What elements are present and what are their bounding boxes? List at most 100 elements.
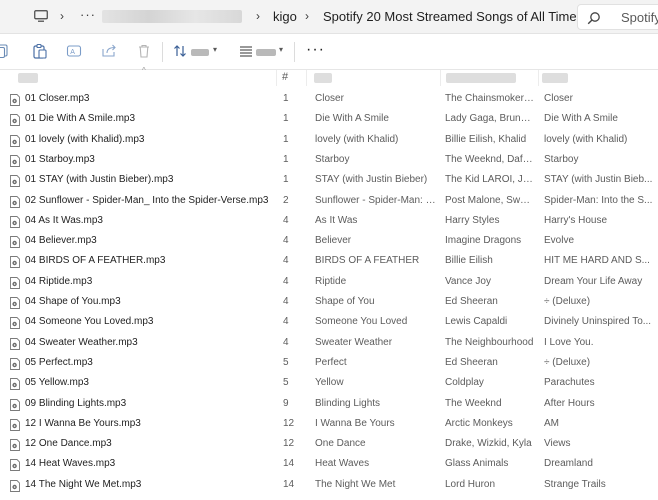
audio-file-icon bbox=[10, 236, 20, 249]
track-artist: Billie Eilish bbox=[445, 255, 493, 267]
file-row[interactable]: 01 lovely (with Khalid).mp3 1 lovely (with… bbox=[0, 131, 658, 151]
track-artist: Billie Eilish, Khalid bbox=[445, 133, 527, 145]
track-title: STAY (with Justin Bieber) bbox=[315, 174, 428, 186]
file-row[interactable]: 14 The Night We Met.mp3 14 The Night We Me… bbox=[0, 476, 658, 496]
track-artist: Coldplay bbox=[445, 377, 484, 389]
track-number: 1 bbox=[283, 174, 289, 186]
column-separator[interactable] bbox=[440, 70, 441, 86]
file-row[interactable]: 14 Heat Waves.mp3 14 Heat Waves Glass Anima… bbox=[0, 455, 658, 475]
track-album: STAY (with Justin Bieb... bbox=[544, 174, 653, 186]
track-album: Spider-Man: Into the S... bbox=[544, 194, 653, 206]
file-row[interactable]: 04 As It Was.mp3 4 As It Was Harry Styles Ha… bbox=[0, 212, 658, 232]
track-number: 1 bbox=[283, 93, 289, 104]
track-artist: The Weeknd, Daft ... bbox=[445, 153, 535, 165]
track-number: 2 bbox=[283, 194, 289, 206]
file-row[interactable]: 09 Blinding Lights.mp3 9 Blinding Lights Th… bbox=[0, 395, 658, 415]
column-header-artist-redacted[interactable] bbox=[446, 73, 516, 83]
track-number: 4 bbox=[283, 296, 289, 307]
column-separator[interactable] bbox=[538, 70, 539, 86]
delete-icon[interactable] bbox=[136, 43, 152, 59]
share-icon[interactable] bbox=[101, 43, 117, 59]
sort-icon[interactable] bbox=[172, 43, 188, 59]
audio-file-icon bbox=[10, 215, 20, 228]
track-album: lovely (with Khalid) bbox=[544, 133, 628, 145]
rename-icon[interactable]: A bbox=[66, 43, 82, 59]
file-row[interactable]: 01 STAY (with Justin Bieber).mp3 1 STAY (w… bbox=[0, 171, 658, 191]
file-name: 09 Blinding Lights.mp3 bbox=[25, 397, 127, 409]
column-header-name-redacted[interactable] bbox=[18, 73, 38, 83]
audio-file-icon bbox=[10, 134, 20, 147]
file-name: 04 BIRDS OF A FEATHER.mp3 bbox=[25, 255, 166, 267]
address-bar[interactable]: › ··· › kigo › Spotify 20 Most Streamed … bbox=[0, 0, 658, 34]
audio-file-icon bbox=[10, 114, 20, 127]
view-icon[interactable] bbox=[238, 43, 254, 59]
chevron-down-icon[interactable]: ▾ bbox=[279, 45, 283, 54]
file-name: 01 Starboy.mp3 bbox=[25, 153, 95, 165]
column-header-album-redacted[interactable] bbox=[542, 73, 568, 83]
file-name: 14 The Night We Met.mp3 bbox=[25, 478, 142, 490]
file-row[interactable]: 01 Starboy.mp3 1 Starboy The Weeknd, Daft .… bbox=[0, 151, 658, 171]
track-artist: The Weeknd bbox=[445, 397, 502, 409]
track-title: Sunflower - Spider-Man: In... bbox=[315, 194, 437, 206]
file-row[interactable]: 05 Perfect.mp3 5 Perfect Ed Sheeran ÷ (Delux… bbox=[0, 354, 658, 374]
file-row[interactable]: 01 Die With A Smile.mp3 1 Die With A Smile… bbox=[0, 110, 658, 130]
file-row[interactable]: 04 Sweater Weather.mp3 4 Sweater Weather Th… bbox=[0, 334, 658, 354]
audio-file-icon bbox=[10, 357, 20, 370]
audio-file-icon bbox=[10, 418, 20, 431]
sort-button-label-redacted[interactable] bbox=[191, 49, 209, 56]
file-name: 05 Perfect.mp3 bbox=[25, 356, 93, 368]
column-separator[interactable] bbox=[276, 70, 277, 86]
file-name: 12 One Dance.mp3 bbox=[25, 438, 112, 450]
track-album: Die With A Smile bbox=[544, 113, 618, 125]
track-title: The Night We Met bbox=[315, 478, 396, 490]
audio-file-icon bbox=[10, 195, 20, 208]
this-pc-icon[interactable] bbox=[34, 10, 48, 22]
file-row[interactable]: 04 Riptide.mp3 4 Riptide Vance Joy Dream You… bbox=[0, 273, 658, 293]
track-album: Dream Your Life Away bbox=[544, 275, 643, 287]
audio-file-icon bbox=[10, 479, 20, 492]
track-number: 4 bbox=[283, 316, 289, 328]
file-row[interactable]: 04 Shape of You.mp3 4 Shape of You Ed Sheer… bbox=[0, 293, 658, 313]
search-input[interactable]: Spotify 2 bbox=[577, 4, 658, 30]
breadcrumb-separator[interactable]: › bbox=[60, 9, 64, 23]
file-row[interactable]: 05 Yellow.mp3 5 Yellow Coldplay Parachutes bbox=[0, 374, 658, 394]
file-row[interactable]: 02 Sunflower - Spider-Man_ Into the Spid… bbox=[0, 192, 658, 212]
track-album: Dreamland bbox=[544, 458, 593, 470]
view-button-label-redacted[interactable] bbox=[256, 49, 276, 56]
track-artist: Drake, Wizkid, Kyla bbox=[445, 438, 532, 450]
breadcrumb-separator[interactable]: › bbox=[305, 9, 309, 23]
track-title: BIRDS OF A FEATHER bbox=[315, 255, 420, 267]
breadcrumb-separator[interactable]: › bbox=[256, 9, 260, 23]
track-album: Strange Trails bbox=[544, 478, 606, 490]
command-bar: A ▾ ▾ ··· bbox=[0, 34, 658, 70]
track-number: 4 bbox=[283, 255, 289, 267]
breadcrumb-item-current[interactable]: Spotify 20 Most Streamed Songs of All Ti… bbox=[323, 9, 577, 24]
file-row[interactable]: 01 Closer.mp3 1 Closer The Chainsmokers, ..… bbox=[0, 90, 658, 110]
breadcrumb-item-folder[interactable]: kigo bbox=[273, 9, 297, 24]
track-title: Perfect bbox=[315, 356, 347, 368]
svg-text:A: A bbox=[70, 49, 75, 56]
file-row[interactable]: 04 Someone You Loved.mp3 4 Someone You Lov… bbox=[0, 313, 658, 333]
file-name: 12 I Wanna Be Yours.mp3 bbox=[25, 417, 141, 429]
track-artist: Lewis Capaldi bbox=[445, 316, 508, 328]
column-separator[interactable] bbox=[306, 70, 307, 86]
breadcrumb-overflow-button[interactable]: ··· bbox=[80, 7, 96, 22]
track-title: Blinding Lights bbox=[315, 397, 381, 409]
track-number: 4 bbox=[283, 275, 289, 287]
more-options-icon[interactable]: ··· bbox=[306, 42, 325, 58]
chevron-down-icon[interactable]: ▾ bbox=[213, 45, 217, 54]
breadcrumb-item-redacted[interactable] bbox=[102, 10, 242, 23]
track-title: Yellow bbox=[315, 377, 344, 389]
paste-icon[interactable] bbox=[32, 43, 48, 59]
file-row[interactable]: 12 One Dance.mp3 12 One Dance Drake, Wizkid… bbox=[0, 435, 658, 455]
copy-icon[interactable] bbox=[0, 43, 10, 59]
audio-file-icon bbox=[10, 459, 20, 472]
column-header-number[interactable]: # bbox=[282, 71, 288, 83]
track-number: 1 bbox=[283, 153, 289, 165]
column-header-title-redacted[interactable] bbox=[314, 73, 332, 83]
file-row[interactable]: 04 BIRDS OF A FEATHER.mp3 4 BIRDS OF A FEA… bbox=[0, 252, 658, 272]
file-row[interactable]: 12 I Wanna Be Yours.mp3 12 I Wanna Be Your… bbox=[0, 415, 658, 435]
track-title: Die With A Smile bbox=[315, 113, 389, 125]
file-row[interactable]: 04 Believer.mp3 4 Believer Imagine Dragons E… bbox=[0, 232, 658, 252]
search-query: Spotify 2 bbox=[621, 10, 658, 25]
